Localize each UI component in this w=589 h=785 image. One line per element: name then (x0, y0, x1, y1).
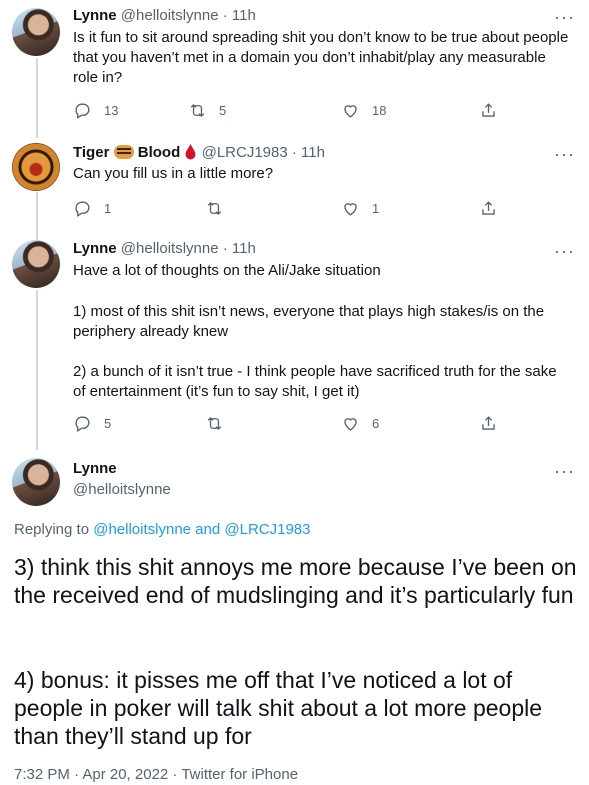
thread-line (36, 192, 38, 242)
retweet-button[interactable]: 5 (188, 101, 226, 120)
like-count: 18 (372, 103, 387, 118)
reply-icon (75, 201, 90, 217)
replying-prefix: Replying to (14, 521, 94, 538)
tweet-text-line1: Have a lot of thoughts on the Ali/Jake s… (73, 262, 381, 279)
tiger-emoji-icon (113, 145, 134, 159)
display-name[interactable]: Lynne (73, 240, 117, 257)
tweet-header: Lynne @helloitslynne · 11h (73, 239, 256, 259)
main-display-name: Lynne (73, 459, 117, 479)
retweet-button[interactable] (205, 414, 224, 433)
reply-icon (75, 416, 90, 432)
separator: · (222, 7, 228, 24)
replying-user-link[interactable]: @LRCJ1983 (224, 521, 310, 538)
avatar[interactable] (12, 8, 60, 56)
share-button[interactable] (479, 199, 498, 218)
reply-button[interactable]: 1 (73, 199, 111, 218)
main-tweet-para1: 3) think this shit annoys me more becaus… (14, 554, 577, 608)
heart-icon (344, 105, 357, 118)
reply-button[interactable]: 5 (73, 414, 111, 433)
like-button[interactable]: 18 (341, 101, 386, 120)
avatar[interactable] (12, 143, 60, 191)
replying-to: Replying to @helloitslynne and @LRCJ1983 (14, 520, 310, 540)
display-name-part1[interactable]: Tiger (73, 144, 109, 161)
separator: · (291, 144, 297, 161)
tweet-header: Lynne @helloitslynne · 11h (73, 6, 256, 26)
tweet-text-para3: 2) a bunch of it isn’t true - I think pe… (73, 363, 557, 400)
retweet-icon (207, 417, 222, 430)
more-icon[interactable]: ··· (554, 462, 575, 480)
main-tweet-timestamp[interactable]: 7:32 PM · Apr 20, 2022 · Twitter for iPh… (14, 765, 298, 785)
display-name-part2[interactable]: Blood (138, 144, 181, 161)
share-icon (482, 103, 495, 117)
share-button[interactable] (479, 101, 498, 120)
handle[interactable]: @helloitslynne (121, 7, 219, 24)
reply-count: 5 (104, 416, 112, 431)
more-icon[interactable]: ··· (554, 242, 575, 260)
separator: · (222, 240, 228, 257)
reply-icon (75, 103, 90, 119)
tweet-header: Tiger Blood @LRCJ1983 · 11h (73, 143, 325, 163)
heart-icon (344, 203, 357, 216)
thread-line (36, 290, 38, 450)
avatar[interactable] (12, 458, 60, 506)
heart-icon (344, 418, 357, 431)
share-icon (482, 201, 495, 215)
reply-button[interactable]: 13 (73, 101, 118, 120)
timestamp[interactable]: 11h (301, 144, 325, 161)
thread-line (36, 58, 38, 138)
more-icon[interactable]: ··· (554, 8, 575, 26)
tweet-text-para2: 1) most of this shit isn’t news, everyon… (73, 303, 545, 340)
like-button[interactable]: 6 (341, 414, 379, 433)
main-tweet-para2: 4) bonus: it pisses me off that I’ve not… (14, 667, 543, 749)
blood-drop-icon (185, 144, 196, 160)
timestamp[interactable]: 11h (232, 7, 256, 24)
share-button[interactable] (479, 414, 498, 433)
more-icon[interactable]: ··· (554, 145, 575, 163)
avatar[interactable] (12, 240, 60, 288)
timestamp[interactable]: 11h (232, 240, 256, 257)
retweet-icon (207, 202, 222, 215)
reply-count: 13 (104, 103, 119, 118)
share-icon (482, 416, 495, 430)
like-count: 6 (372, 416, 380, 431)
tweet-text: Is it fun to sit around spreading shit y… (73, 29, 569, 86)
main-handle[interactable]: @helloitslynne (73, 480, 171, 500)
display-name[interactable]: Lynne (73, 460, 117, 477)
replying-and: and (191, 521, 225, 538)
like-button[interactable]: 1 (341, 199, 379, 218)
display-name[interactable]: Lynne (73, 7, 117, 24)
replying-user-link[interactable]: @helloitslynne (93, 521, 191, 538)
handle[interactable]: @LRCJ1983 (202, 144, 288, 161)
tweet-text: Can you fill us in a little more? (73, 165, 274, 182)
retweet-button[interactable] (205, 199, 224, 218)
retweet-count: 5 (219, 103, 227, 118)
handle[interactable]: @helloitslynne (121, 240, 219, 257)
reply-count: 1 (104, 201, 112, 216)
like-count: 1 (372, 201, 380, 216)
retweet-icon (190, 104, 205, 117)
